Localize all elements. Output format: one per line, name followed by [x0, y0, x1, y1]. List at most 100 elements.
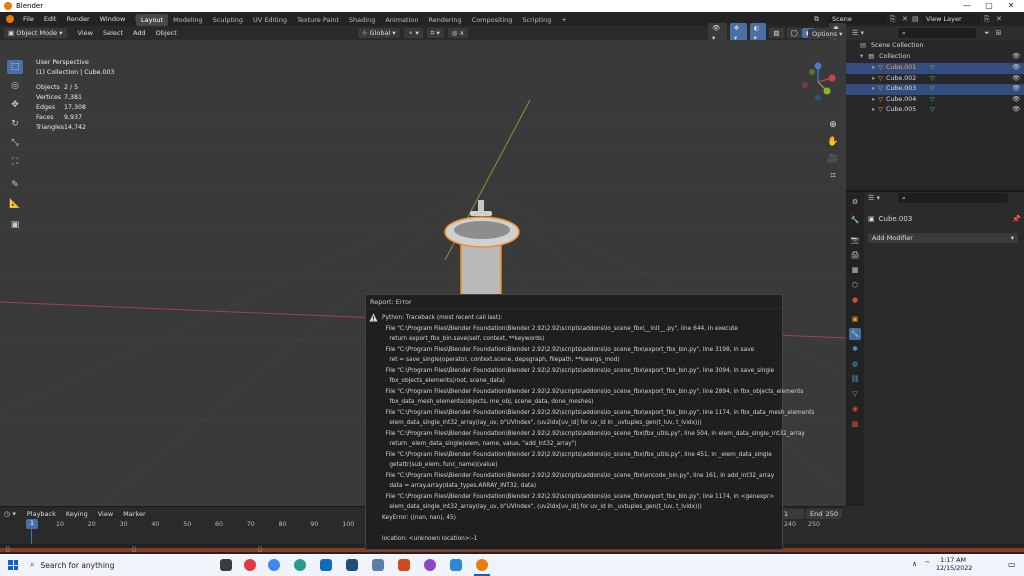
- pin-icon[interactable]: 📌: [1012, 215, 1021, 223]
- menu-file[interactable]: File: [18, 12, 39, 26]
- taskbar-search[interactable]: ⌕ Search for anything: [30, 558, 210, 572]
- menu-render[interactable]: Render: [61, 12, 94, 26]
- options-dropdown[interactable]: Options ▾: [808, 29, 847, 39]
- filter-icon[interactable]: ⏷: [984, 29, 990, 38]
- tab-layout[interactable]: Layout: [136, 13, 169, 26]
- menu-window[interactable]: Window: [95, 12, 131, 26]
- world-tab-icon[interactable]: ●: [849, 294, 861, 306]
- view-layer-icon[interactable]: ▤: [912, 15, 922, 23]
- explorer-icon[interactable]: [372, 559, 384, 571]
- object-tab-icon[interactable]: ▣: [849, 313, 861, 325]
- constraints-tab-icon[interactable]: ⛓: [849, 373, 861, 385]
- firefox-icon[interactable]: [424, 559, 436, 571]
- viewport-menu-add[interactable]: Add: [128, 28, 151, 38]
- blender-taskbar-icon[interactable]: [476, 559, 488, 571]
- copy-view-layer-icon[interactable]: ⎘: [984, 15, 996, 24]
- outliner-scene-collection[interactable]: ▤ Scene Collection: [846, 41, 1024, 52]
- annotate-tool[interactable]: ✎: [7, 178, 23, 192]
- object-visibility-icon[interactable]: 👁: [1012, 105, 1020, 116]
- outliner-collection[interactable]: ▾ ▤ Collection 👁: [846, 52, 1024, 63]
- props-display-icon[interactable]: ☰ ▾: [868, 194, 880, 202]
- modifier-tab-icon[interactable]: 🔧: [849, 328, 861, 340]
- particles-tab-icon[interactable]: ✱: [849, 343, 861, 355]
- add-modifier-dropdown[interactable]: Add Modifier ▾: [868, 233, 1018, 243]
- timeline-menu-view[interactable]: View: [93, 509, 118, 519]
- tab-compositing[interactable]: Compositing: [467, 14, 518, 26]
- texture-tab-icon[interactable]: ▩: [849, 418, 861, 430]
- outliner-item-cube-002[interactable]: ▸ ▽ Cube.002 ▽ 👁: [846, 74, 1024, 85]
- physics-tab-icon[interactable]: ◍: [849, 358, 861, 370]
- windows-start-icon[interactable]: [8, 560, 18, 570]
- outliner-item-cube-005[interactable]: ▸ ▽ Cube.005 ▽ 👁: [846, 105, 1024, 116]
- outliner-display-icon[interactable]: ☰ ▾: [852, 29, 864, 37]
- tab-sculpting[interactable]: Sculpting: [208, 14, 248, 26]
- tab-scripting[interactable]: Scripting: [517, 14, 556, 26]
- transform-orientation-selector[interactable]: ⊹ Global ▾: [358, 28, 400, 38]
- tab-shading[interactable]: Shading: [344, 14, 380, 26]
- outliner-item-cube-003[interactable]: ▸ ▽ Cube.003 ▽ 👁: [846, 84, 1024, 95]
- render-tab-icon[interactable]: 📷: [849, 234, 861, 246]
- expand-arrow-icon[interactable]: ▸: [872, 75, 875, 82]
- viewport-menu-select[interactable]: Select: [98, 28, 128, 38]
- expand-arrow-icon[interactable]: ▾: [860, 53, 863, 60]
- outliner-item-cube-004[interactable]: ▸ ▽ Cube.004 ▽ 👁: [846, 95, 1024, 106]
- close-icon[interactable]: ✕: [1000, 0, 1022, 12]
- proportional-edit-icon[interactable]: ◎ ∧: [447, 28, 469, 38]
- blender-menu-icon[interactable]: [6, 15, 14, 23]
- rotate-tool[interactable]: ↻: [7, 117, 23, 131]
- timeline-menu-playback[interactable]: Playback: [22, 509, 61, 519]
- expand-arrow-icon[interactable]: ▸: [872, 96, 875, 103]
- maximize-icon[interactable]: ▢: [978, 0, 1000, 12]
- object-mode-selector[interactable]: ▣ Object Mode ▾: [4, 28, 67, 38]
- timeline-editor-icon[interactable]: ◷ ▾: [4, 510, 16, 518]
- pan-hand-icon[interactable]: ✋: [826, 135, 840, 149]
- minimize-icon[interactable]: —: [956, 0, 978, 12]
- network-icon[interactable]: ⌔: [924, 560, 931, 569]
- expand-arrow-icon[interactable]: ▸: [872, 106, 875, 113]
- add-workspace-button[interactable]: +: [556, 14, 571, 26]
- new-collection-icon[interactable]: ⊞: [996, 29, 1002, 37]
- object-visibility-icon[interactable]: 👁: [1012, 63, 1020, 74]
- task-view-icon[interactable]: [220, 559, 232, 571]
- copy-scene-icon[interactable]: ⎘: [890, 15, 902, 24]
- tray-chevron-icon[interactable]: ∧: [912, 560, 917, 568]
- expand-arrow-icon[interactable]: ▸: [872, 85, 875, 92]
- remove-scene-icon[interactable]: ✕: [902, 15, 912, 23]
- navigation-gizmo[interactable]: [796, 58, 840, 104]
- wireframe-shading-icon[interactable]: ◯: [786, 28, 802, 38]
- edge-icon[interactable]: [294, 559, 306, 571]
- outliner-item-cube-001[interactable]: ▸ ▽ Cube.001 ▽ 👁: [846, 63, 1024, 74]
- collection-visibility-icon[interactable]: 👁: [1012, 52, 1020, 63]
- move-tool[interactable]: ✥: [7, 98, 23, 112]
- zoom-icon[interactable]: ⊕: [826, 118, 840, 132]
- mail-icon[interactable]: [320, 559, 332, 571]
- viewport-menu-view[interactable]: View: [73, 28, 98, 38]
- select-box-tool[interactable]: ⬚: [7, 60, 23, 74]
- scene-icon[interactable]: ⧉: [814, 15, 828, 24]
- expand-arrow-icon[interactable]: ▸: [872, 64, 875, 71]
- tool-tab-icon[interactable]: 🔧: [849, 214, 861, 226]
- notification-icon[interactable]: ▭: [1008, 560, 1016, 569]
- material-tab-icon[interactable]: ◉: [849, 403, 861, 415]
- add-cube-tool[interactable]: ▣: [7, 218, 23, 232]
- data-tab-icon[interactable]: ▽: [849, 388, 861, 400]
- snap-icon[interactable]: ⌗ ▾: [426, 28, 444, 38]
- xray-icon[interactable]: ▧: [769, 28, 784, 38]
- remove-view-layer-icon[interactable]: ✕: [996, 15, 1006, 23]
- measure-tool[interactable]: 📐: [7, 197, 23, 211]
- viewport-menu-object[interactable]: Object: [151, 28, 182, 38]
- output-tab-icon[interactable]: 🖨: [849, 249, 861, 261]
- scale-tool[interactable]: ⤡: [7, 136, 23, 150]
- object-visibility-icon[interactable]: 👁: [1012, 74, 1020, 85]
- tab-modeling[interactable]: Modeling: [168, 14, 208, 26]
- object-visibility-icon[interactable]: 👁: [1012, 95, 1020, 106]
- current-frame-marker[interactable]: 1: [26, 519, 38, 529]
- scene-tab-icon[interactable]: ⬡: [849, 279, 861, 291]
- pivot-point-icon[interactable]: ⚬ ▾: [404, 28, 423, 38]
- ortho-grid-icon[interactable]: ⌗: [826, 169, 840, 183]
- view-layer-selector[interactable]: View Layer: [922, 14, 980, 24]
- cursor-tool[interactable]: ◎: [7, 79, 23, 93]
- camera-view-icon[interactable]: 🎥: [826, 152, 840, 166]
- outliner-search-input[interactable]: ⌕: [898, 28, 977, 38]
- tab-animation[interactable]: Animation: [380, 14, 423, 26]
